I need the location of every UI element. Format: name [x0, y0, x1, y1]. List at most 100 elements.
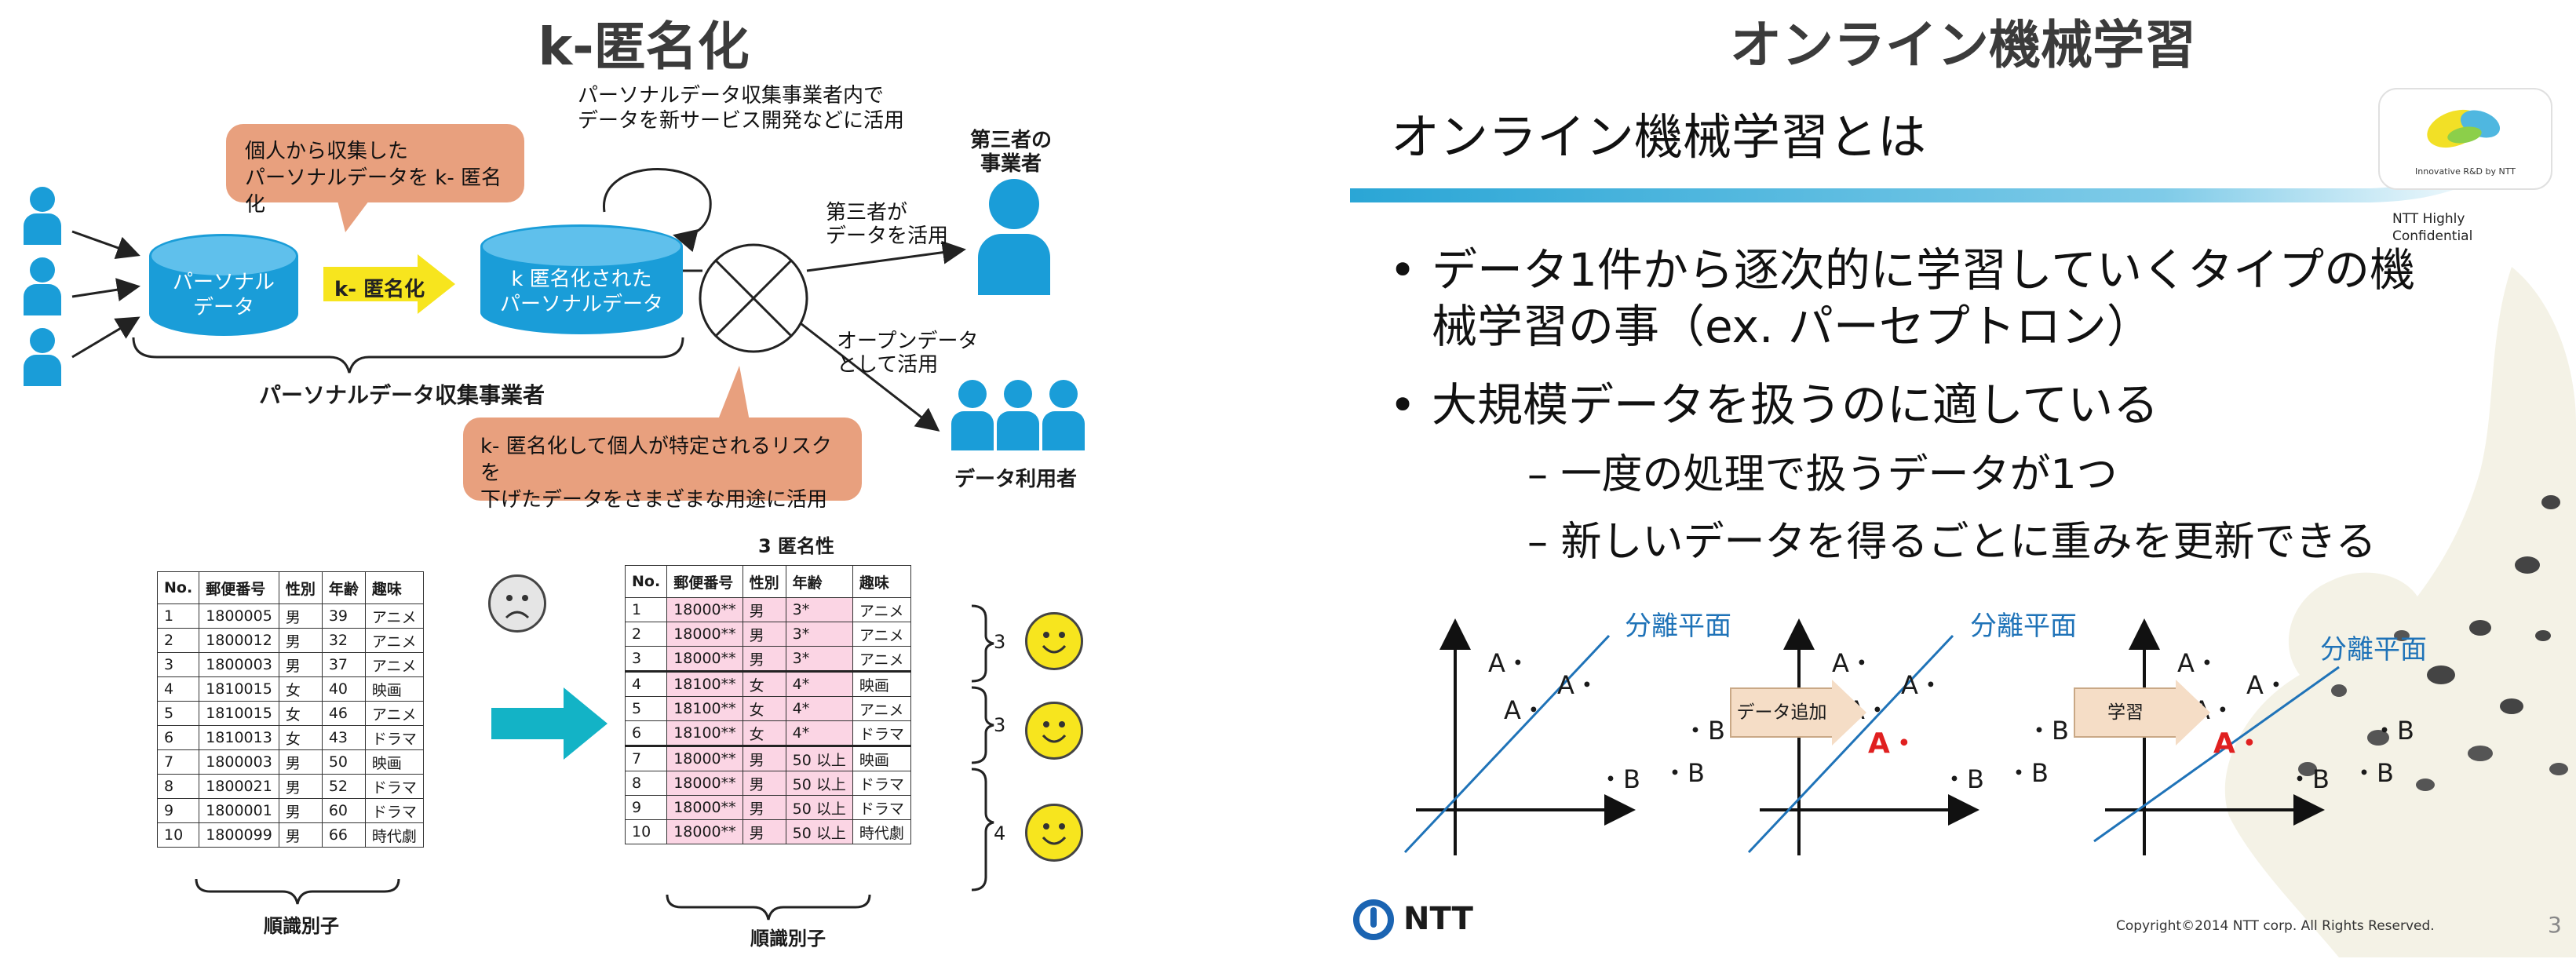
table-cell: 1 [156, 603, 200, 629]
table-cell: 50 以上 [785, 795, 853, 820]
table-cell: 1800021 [199, 774, 279, 799]
table-cell: アニメ [364, 628, 424, 653]
point-b: ・B [2287, 764, 2330, 794]
qid-caption-left: 順識別子 [264, 915, 339, 937]
table-cell: 9 [156, 798, 200, 823]
point-a: A・ [1504, 695, 1546, 725]
point-b: ・B [2027, 716, 2069, 746]
table-cell: 男 [742, 597, 786, 622]
table-row: 8 18000** 男 50 以上 ドラマ [624, 771, 911, 796]
point-a: A・ [1488, 648, 1531, 678]
header-hobby: 趣味 [852, 565, 911, 598]
table-row: 6 1810013 女 43 ドラマ [156, 725, 424, 750]
header-sex: 性別 [278, 571, 323, 604]
table-row: 9 1800001 男 60 ドラマ [156, 798, 424, 823]
table-cell: 男 [742, 795, 786, 820]
anonymized-data-db-icon: k 匿名化された パーソナルデータ [480, 224, 683, 334]
table-cell: アニメ [364, 701, 424, 726]
anonymized-data-rows: 1 18000** 男 3* アニメ 2 18000** 男 3* アニメ 3 18000** 男 3* ア… [624, 597, 911, 844]
data-user-icon [1042, 380, 1085, 450]
original-data-rows: 1 1800005 男 39 アニメ 2 1800012 男 32 アニメ 3 1800003 男 37 ア… [156, 603, 424, 848]
table-cell: 1800012 [199, 628, 279, 653]
table-cell: アニメ [852, 696, 911, 721]
point-a: A・ [1901, 670, 1943, 700]
table-cell: 男 [278, 774, 323, 799]
table-cell: 8 [156, 774, 200, 799]
table-cell: 男 [278, 749, 323, 775]
point-b: ・B [2372, 716, 2414, 746]
table-cell: アニメ [364, 652, 424, 677]
table-cell: 7 [624, 746, 668, 771]
table-cell: 6 [624, 720, 668, 747]
separating-plane-label: 分離平面 [2320, 634, 2427, 665]
table-cell: 4 [624, 671, 668, 697]
table-cell: 男 [742, 771, 786, 796]
table-cell: アニメ [852, 597, 911, 622]
table-cell: 女 [278, 701, 323, 726]
online-learning-panel: オンライン機械学習 オンライン機械学習とは Innovative R&D by … [1350, 0, 2576, 959]
table-cell: 1800005 [199, 603, 279, 629]
third-party-use-note: 第三者が データを活用 [826, 201, 949, 248]
table-cell: 46 [321, 701, 366, 726]
table-cell: 18000** [666, 622, 743, 647]
point-b: ・B [1942, 764, 1984, 794]
point-a: A・ [2246, 670, 2289, 700]
anonymized-data-table: No. 郵便番号 性別 年齢 趣味 1 18000** 男 3* アニメ 2 18000**… [624, 565, 911, 844]
header-zip: 郵便番号 [199, 571, 279, 604]
data-user-icon [997, 380, 1039, 450]
personal-data-label: パーソナル データ [172, 271, 275, 319]
table-cell: 50 以上 [785, 746, 853, 771]
table-header-row: No. 郵便番号 性別 年齢 趣味 [624, 565, 911, 598]
step-add-data-arrow: データ追加 [1730, 680, 1866, 746]
table-cell: 3 [624, 646, 668, 673]
ntt-logo-text: NTT [1403, 901, 1473, 937]
table-cell: 男 [278, 628, 323, 653]
header-age: 年齢 [321, 571, 366, 604]
table-row: 1 1800005 男 39 アニメ [156, 603, 424, 629]
group-count: 3 [994, 631, 1006, 653]
table-row: 8 1800021 男 52 ドラマ [156, 774, 424, 799]
bullet-dot-icon: • [1389, 243, 1417, 297]
table-cell: 10 [624, 819, 668, 844]
table-cell: 1800001 [199, 798, 279, 823]
table-cell: 映画 [852, 746, 911, 771]
table-cell: ドラマ [364, 798, 424, 823]
table-row: 7 18000** 男 50 以上 映画 [624, 746, 911, 771]
table-row: 9 18000** 男 50 以上 ドラマ [624, 795, 911, 820]
copyright-text: Copyright©2014 NTT corp. All Rights Rese… [2116, 918, 2435, 934]
table-row: 3 18000** 男 3* アニメ [624, 646, 911, 673]
table-cell: 1800003 [199, 749, 279, 775]
bullet-text: データ1件から逐次的に学習していくタイプの機械学習の事（ex. パーセプトロン） [1432, 243, 2416, 353]
callout-collect: 個人から収集した パーソナルデータを k- 匿名化 [226, 124, 524, 217]
table-cell: 時代劇 [852, 819, 911, 844]
point-b: ・B [1662, 758, 1705, 788]
three-anonymity-title: 3 匿名性 [758, 535, 835, 557]
table-row: 6 18100** 女 4* ドラマ [624, 720, 911, 747]
separating-plane-label: 分離平面 [1970, 611, 2077, 642]
table-cell: 男 [742, 746, 786, 771]
table-cell: 39 [321, 603, 366, 629]
table-cell: 18100** [666, 720, 743, 747]
table-cell: 18000** [666, 746, 743, 771]
table-cell: ドラマ [852, 720, 911, 747]
confidential-label: NTT Highly Confidential [2392, 211, 2473, 244]
new-point-a: A・ [1868, 727, 1918, 760]
table-cell: 女 [742, 696, 786, 721]
table-row: 3 1800003 男 37 アニメ [156, 652, 424, 677]
qid-brace [195, 878, 400, 905]
table-cell: 男 [742, 622, 786, 647]
table-cell: ドラマ [852, 771, 911, 796]
point-a: A・ [1557, 670, 1600, 700]
table-row: 5 1810015 女 46 アニメ [156, 701, 424, 726]
table-row: 4 18100** 女 4* 映画 [624, 671, 911, 697]
person-icon [24, 187, 61, 245]
table-cell: 10 [156, 822, 200, 848]
bullet-text: 大規模データを扱うのに適している [1432, 378, 2159, 432]
group-count: 4 [994, 822, 1006, 844]
qid-brace [666, 894, 871, 921]
table-cell: 50 [321, 749, 366, 775]
table-cell: 映画 [364, 749, 424, 775]
group-count: 3 [994, 714, 1006, 736]
point-b: ・B [1683, 716, 1725, 746]
table-cell: 18000** [666, 646, 743, 673]
